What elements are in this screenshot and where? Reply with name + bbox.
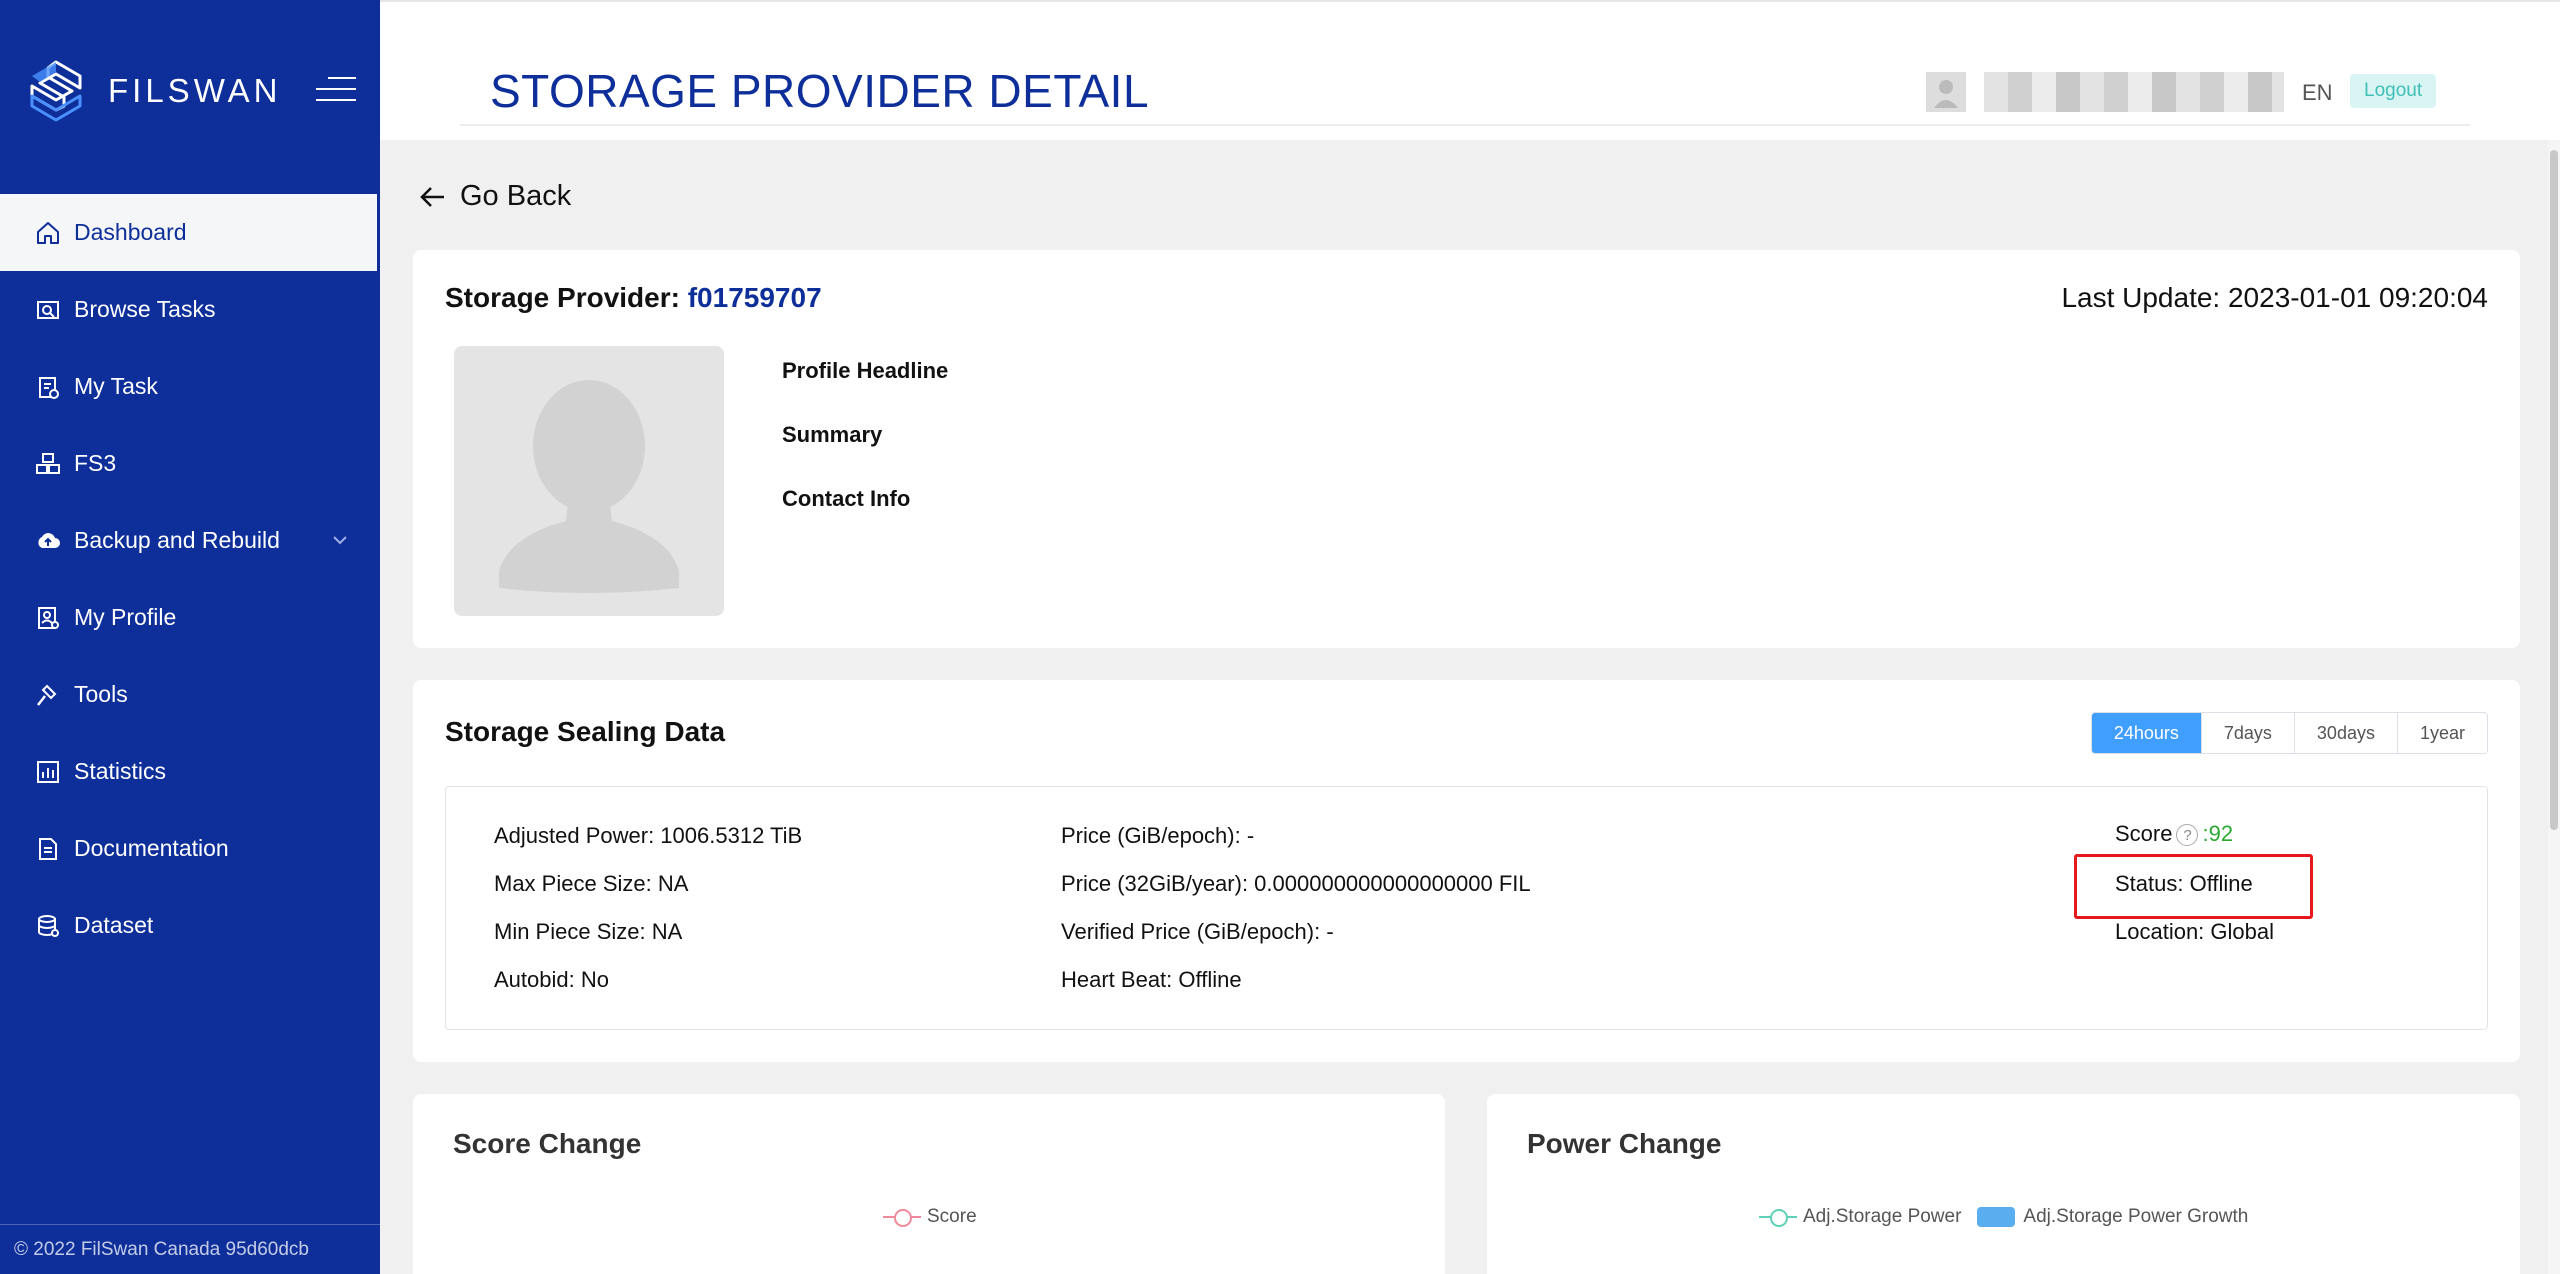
header-divider	[460, 124, 2470, 126]
profile-headline-label: Profile Headline	[782, 358, 949, 383]
time-range-tabs: 24hours 7days 30days 1year	[2090, 712, 2488, 754]
sidebar-item-label: My Task	[74, 373, 158, 399]
logout-button[interactable]: Logout	[2350, 74, 2437, 108]
sidebar-item-label: FS3	[74, 450, 117, 476]
min-piece-size: Min Piece Size: NA	[494, 919, 683, 944]
power-chart-title: Power Change	[1527, 1128, 1722, 1159]
tab-30days[interactable]: 30days	[2293, 713, 2397, 753]
legend-rect-marker	[1977, 1207, 2016, 1227]
sidebar-item-tools[interactable]: Tools	[0, 656, 380, 733]
sidebar-item-browse-tasks[interactable]: Browse Tasks	[0, 271, 380, 348]
sidebar-item-my-task[interactable]: My Task	[0, 348, 380, 425]
legend-item-adj-storage-power[interactable]: Adj.Storage Power	[1759, 1206, 1961, 1228]
score-change-card: Score Change Score	[413, 1094, 1445, 1274]
legend-item-adj-storage-power-growth[interactable]: Adj.Storage Power Growth	[1977, 1206, 2248, 1228]
brand-name: FILSWAN	[108, 72, 282, 109]
sidebar-item-dashboard[interactable]: Dashboard	[0, 194, 377, 271]
provider-card: Storage Provider: f01759707 Last Update:…	[413, 250, 2520, 648]
arrow-left-icon	[420, 186, 444, 207]
score: Score?:92	[2115, 821, 2233, 847]
autobid: Autobid: No	[494, 967, 609, 992]
price-gib-epoch: Price (GiB/epoch): -	[1061, 823, 1255, 848]
tab-1year[interactable]: 1year	[2396, 713, 2487, 753]
clipboard-icon	[34, 373, 62, 401]
filswan-logo-icon	[30, 60, 82, 122]
user-placeholder-icon	[499, 380, 679, 593]
provider-id[interactable]: f01759707	[688, 282, 822, 313]
summary-label: Summary	[782, 422, 883, 447]
sidebar-item-label: Dashboard	[74, 219, 187, 245]
adjusted-power: Adjusted Power: 1006.5312 TiB	[494, 823, 803, 848]
sidebar-item-label: My Profile	[74, 604, 177, 630]
scrollbar[interactable]	[2548, 140, 2560, 1274]
database-icon	[34, 912, 62, 940]
page-title: STORAGE PROVIDER DETAIL	[490, 65, 1150, 117]
user-avatar[interactable]	[1926, 72, 1966, 112]
contact-info-label: Contact Info	[782, 486, 911, 511]
help-icon[interactable]: ?	[2176, 824, 2199, 847]
sidebar-item-dataset[interactable]: Dataset	[0, 887, 380, 964]
hammer-icon	[34, 681, 62, 709]
power-chart-legend: Adj.Storage Power Adj.Storage Power Grow…	[1759, 1206, 2264, 1228]
last-update: Last Update: 2023-01-01 09:20:04	[2061, 282, 2488, 313]
price-32gib-year: Price (32GiB/year): 0.000000000000000000…	[1061, 871, 1531, 896]
sidebar-item-label: Statistics	[74, 758, 167, 784]
provider-heading: Storage Provider: f01759707	[445, 282, 822, 314]
status-highlight-box	[2074, 854, 2313, 919]
sidebar-item-fs3[interactable]: FS3	[0, 425, 380, 502]
score-label: Score	[2115, 821, 2173, 846]
sidebar-item-label: Backup and Rebuild	[74, 527, 280, 553]
cloud-upload-icon	[34, 527, 62, 555]
browse-icon	[34, 296, 62, 324]
profile-picture	[454, 346, 724, 616]
verified-price: Verified Price (GiB/epoch): -	[1061, 919, 1334, 944]
legend-item-score[interactable]: Score	[883, 1206, 977, 1228]
brand[interactable]: FILSWAN	[26, 56, 281, 126]
heart-beat: Heart Beat: Offline	[1061, 967, 1242, 992]
menu-toggle-icon[interactable]	[316, 77, 356, 103]
boxes-icon	[34, 450, 62, 478]
sidebar-item-label: Tools	[74, 681, 128, 707]
go-back-button[interactable]: Go Back	[418, 180, 571, 213]
blurred-user-address	[1984, 72, 2284, 112]
score-chart-title: Score Change	[453, 1128, 642, 1159]
tab-24hours[interactable]: 24hours	[2091, 713, 2201, 753]
chart-icon	[34, 758, 62, 786]
sidebar-item-my-profile[interactable]: My Profile	[0, 579, 380, 656]
sidebar-nav: Dashboard Browse Tasks My Task FS3 Backu…	[0, 194, 380, 964]
language-selector[interactable]: EN	[2302, 80, 2333, 106]
legend-label: Score	[927, 1206, 977, 1227]
go-back-label: Go Back	[460, 180, 572, 212]
provider-label: Storage Provider:	[445, 282, 688, 313]
score-chart-legend: Score	[883, 1206, 993, 1228]
legend-label: Adj.Storage Power	[1803, 1206, 1962, 1227]
sidebar-item-backup-and-rebuild[interactable]: Backup and Rebuild	[0, 502, 380, 579]
sidebar-item-label: Browse Tasks	[74, 296, 216, 322]
sidebar: FILSWAN Dashboard Browse Tasks My Task F…	[0, 0, 380, 1274]
legend-line-marker	[1759, 1206, 1797, 1228]
sealing-data-card: Storage Sealing Data 24hours 7days 30day…	[413, 680, 2520, 1062]
sidebar-item-documentation[interactable]: Documentation	[0, 810, 380, 887]
sidebar-footer: © 2022 FilSwan Canada 95d60dcb	[0, 1224, 380, 1274]
scrollbar-thumb[interactable]	[2550, 150, 2558, 830]
tab-7days[interactable]: 7days	[2200, 713, 2294, 753]
document-icon	[34, 835, 62, 863]
legend-label: Adj.Storage Power Growth	[2023, 1206, 2249, 1227]
header: STORAGE PROVIDER DETAIL EN Logout	[380, 0, 2560, 140]
sidebar-item-label: Documentation	[74, 835, 229, 861]
sidebar-item-label: Dataset	[74, 912, 154, 938]
max-piece-size: Max Piece Size: NA	[494, 871, 689, 896]
legend-line-marker	[883, 1206, 921, 1228]
sealing-title: Storage Sealing Data	[445, 716, 726, 747]
profile-icon	[34, 604, 62, 632]
location: Location: Global	[2115, 919, 2274, 944]
sidebar-item-statistics[interactable]: Statistics	[0, 733, 380, 810]
chevron-down-icon[interactable]	[332, 532, 348, 548]
score-value: :92	[2202, 821, 2234, 846]
power-change-card: Power Change Adj.Storage Power Adj.Stora…	[1487, 1094, 2520, 1274]
home-icon	[34, 219, 62, 247]
